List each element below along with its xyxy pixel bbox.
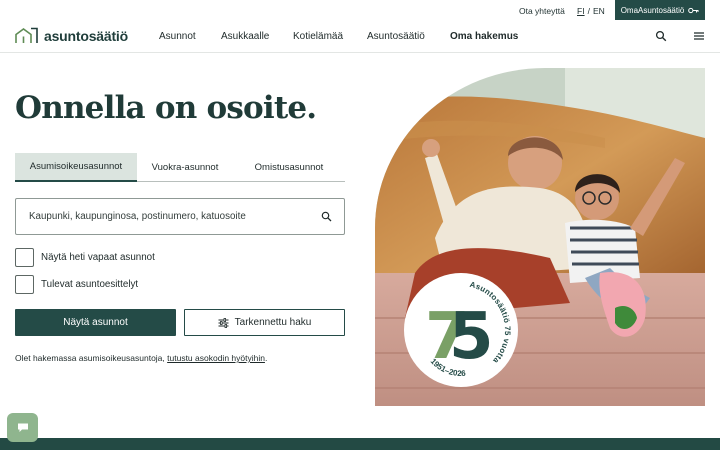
nav-item-asunnot[interactable]: Asunnot [159,31,196,42]
info-text-end: . [264,353,268,363]
contact-link[interactable]: Ota yhteyttä [519,6,565,16]
anniversary-badge: 7 5 Asuntosäätiö 75 vuotta 1951–2026 [404,273,518,387]
page-title: Onnella on osoite. [15,90,317,126]
oma-asuntosaatio-button[interactable]: OmaAsuntosäätiö [615,0,705,20]
housing-type-tabs: Asumisoikeusasunnot Vuokra-asunnot Omist… [15,153,345,182]
lang-fi-link[interactable]: FI [577,6,585,16]
logo-text: asuntosäätiö [44,27,128,44]
utility-bar: Ota yhteyttä FI / EN OmaAsuntosäätiö [0,0,720,20]
lang-separator: / [587,6,590,16]
nav-item-kotielamaa[interactable]: Kotielämää [293,31,343,42]
nav-item-asuntosaatio[interactable]: Asuntosäätiö [367,31,425,42]
chat-button[interactable] [7,413,38,442]
main-header: asuntosäätiö Asunnot Asukkaalle Kotieläm… [0,20,720,53]
available-now-label: Näytä heti vapaat asunnot [41,252,155,263]
site-logo[interactable]: asuntosäätiö [15,27,128,44]
sliders-icon [218,317,229,328]
badge-five: 5 [449,300,494,374]
benefits-link[interactable]: tutustu asokodin hyötyihin [167,353,265,363]
tab-omistusasunnot[interactable]: Omistusasunnot [233,153,345,181]
search-field-icon[interactable] [321,211,332,222]
search-placeholder: Kaupunki, kaupunginosa, postinumero, kat… [29,211,246,222]
tab-vuokra-asunnot[interactable]: Vuokra-asunnot [137,153,233,181]
info-text: Olet hakemassa asumisoikeusasuntoja, tut… [15,353,267,363]
upcoming-showings-label: Tulevat asuntoesittelyt [41,279,139,290]
chat-bubble-icon [17,423,28,432]
upcoming-showings-checkbox-row[interactable]: Tulevat asuntoesittelyt [15,275,138,294]
available-now-checkbox[interactable] [15,248,34,267]
tab-asumisoikeusasunnot[interactable]: Asumisoikeusasunnot [15,153,137,182]
info-text-body: Olet hakemassa asumisoikeusasuntoja, [15,353,168,363]
menu-icon[interactable] [693,30,705,42]
nav-item-oma-hakemus[interactable]: Oma hakemus [450,31,518,42]
upcoming-showings-checkbox[interactable] [15,275,34,294]
location-search-input[interactable]: Kaupunki, kaupunginosa, postinumero, kat… [15,198,345,235]
language-switcher: FI / EN [577,6,605,16]
advanced-search-label: Tarkennettu haku [234,317,312,328]
advanced-search-button[interactable]: Tarkennettu haku [184,309,345,336]
show-homes-button[interactable]: Näytä asunnot [15,309,176,336]
search-icon[interactable] [655,30,667,42]
footer-strip [0,438,720,450]
nav-item-asukkaalle[interactable]: Asukkaalle [221,31,269,42]
available-now-checkbox-row[interactable]: Näytä heti vapaat asunnot [15,248,155,267]
hero-image: 7 5 Asuntosäätiö 75 vuotta 1951–2026 [375,68,705,406]
house-logo-icon [15,27,38,43]
oma-button-label: OmaAsuntosäätiö [620,5,685,15]
key-icon [688,7,699,13]
lang-en-link[interactable]: EN [593,6,605,16]
